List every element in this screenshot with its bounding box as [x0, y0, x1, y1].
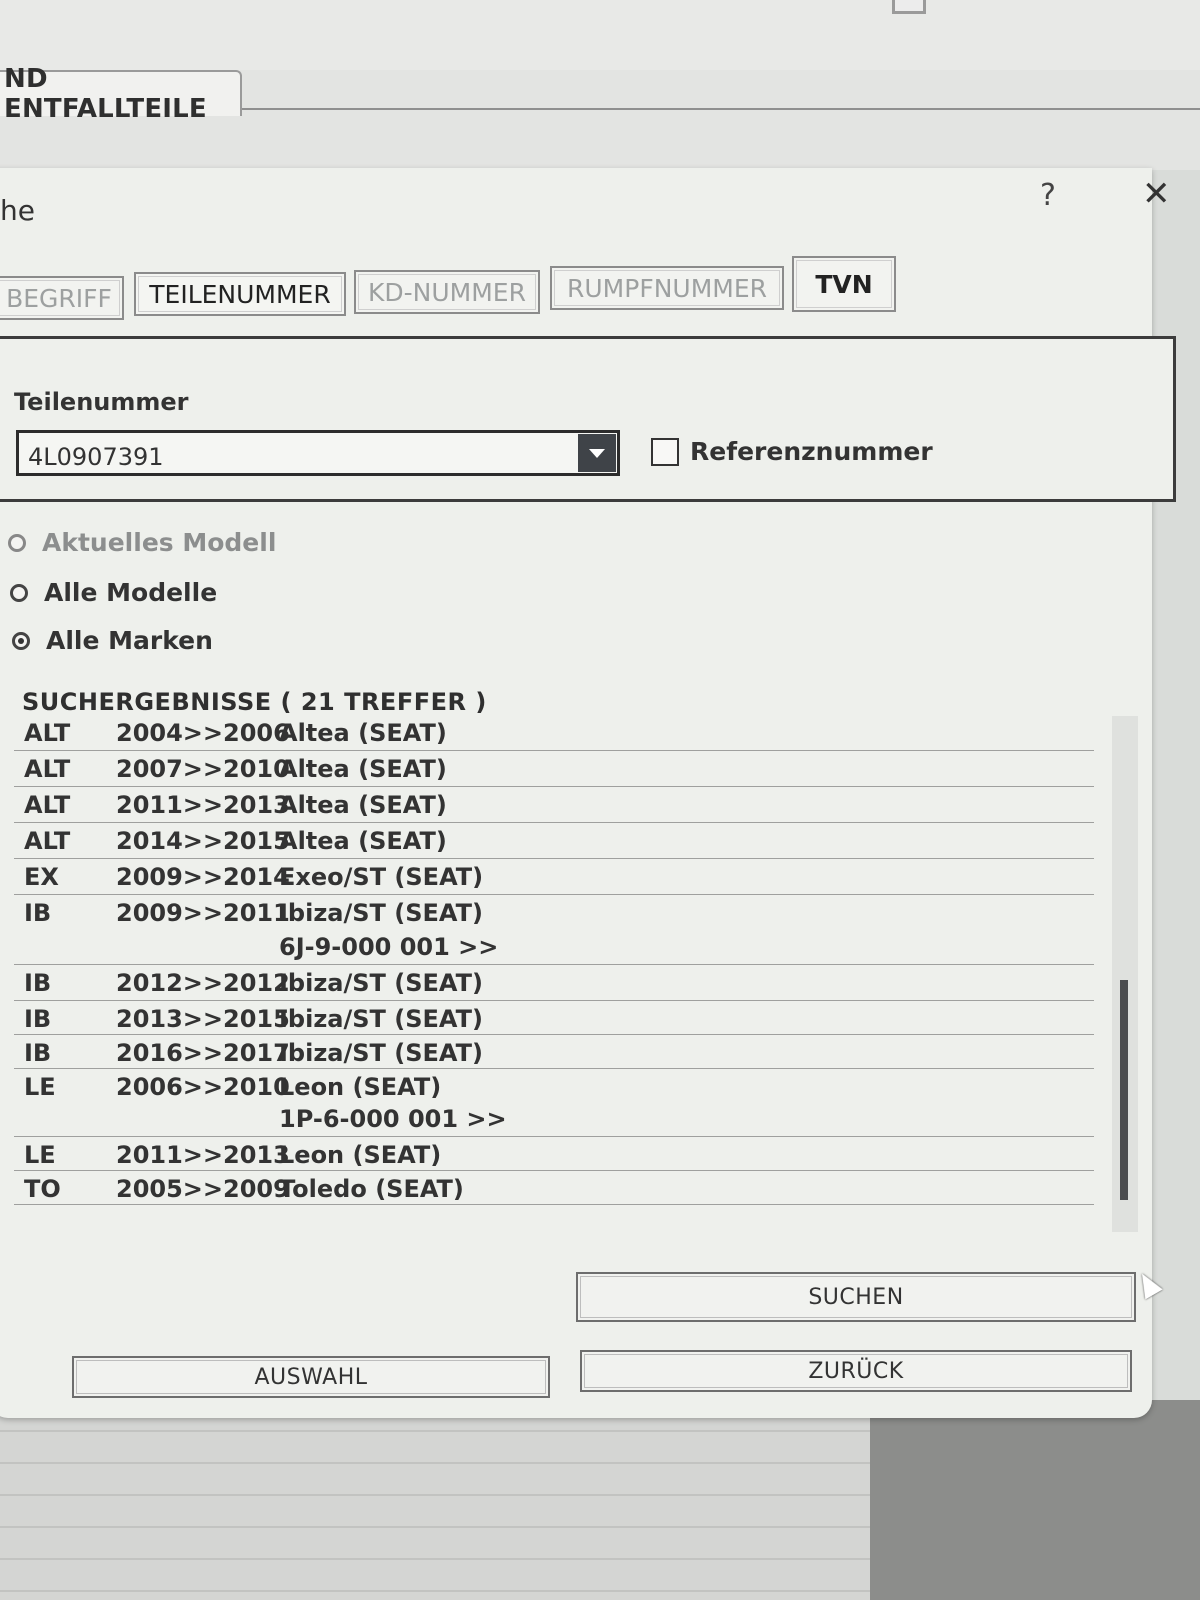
search-button[interactable]: SUCHEN — [576, 1272, 1136, 1322]
results-scrollbar-thumb[interactable] — [1120, 980, 1128, 1200]
row-code: ALT — [24, 827, 71, 855]
list-item[interactable]: ALT 2011>>2013 Altea (SEAT) — [14, 788, 1094, 823]
row-code: IB — [24, 1005, 52, 1033]
list-item[interactable]: IB 2009>>2011 Ibiza/ST (SEAT) 6J-9-000 0… — [14, 896, 1094, 965]
list-item[interactable]: EX 2009>>2014 Exeo/ST (SEAT) — [14, 860, 1094, 895]
background-dark-area — [870, 1400, 1200, 1600]
row-years: 2009>>2014 — [116, 863, 290, 891]
window-top-bar — [0, 0, 1200, 70]
dialog-title: he — [0, 194, 35, 227]
tab-begriff[interactable]: BEGRIFF — [0, 276, 124, 320]
search-panel — [0, 336, 1176, 502]
radio-label: Aktuelles Modell — [42, 528, 277, 557]
row-model: Ibiza/ST (SEAT) — [279, 1005, 483, 1033]
list-item[interactable]: TO 2005>>2009 Toledo (SEAT) — [14, 1172, 1094, 1205]
results-heading: SUCHERGEBNISSE ( 21 TREFFER ) — [22, 688, 487, 716]
list-item[interactable]: ALT 2014>>2015 Altea (SEAT) — [14, 824, 1094, 859]
row-note: 1P-6-000 001 >> — [279, 1105, 507, 1133]
row-code: ALT — [24, 755, 71, 783]
row-years: 2009>>2011 — [116, 899, 290, 927]
list-item[interactable]: ALT 2007>>2010 Altea (SEAT) — [14, 752, 1094, 787]
row-years: 2006>>2010 — [116, 1073, 290, 1101]
row-years: 2004>>2006 — [116, 719, 290, 747]
back-button[interactable]: ZURÜCK — [580, 1350, 1132, 1392]
row-years: 2011>>2013 — [116, 791, 290, 819]
close-icon[interactable]: ✕ — [1142, 174, 1171, 214]
list-item[interactable]: LE 2011>>2013 Leon (SEAT) — [14, 1138, 1094, 1171]
row-model: Altea (SEAT) — [279, 719, 447, 747]
radio-aktuelles-modell[interactable]: Aktuelles Modell — [8, 528, 276, 557]
tab-teilenummer[interactable]: TEILENUMMER — [134, 272, 346, 316]
part-number-value[interactable]: 4L0907391 — [28, 443, 164, 471]
radio-alle-marken[interactable]: Alle Marken — [12, 626, 213, 655]
list-item[interactable]: IB 2013>>2015 Ibiza/ST (SEAT) — [14, 1002, 1094, 1035]
row-model: Altea (SEAT) — [279, 827, 447, 855]
row-code: ALT — [24, 791, 71, 819]
window-control-button[interactable] — [892, 0, 926, 14]
row-code: ALT — [24, 719, 71, 747]
row-years: 2005>>2009 — [116, 1175, 290, 1203]
row-years: 2013>>2015 — [116, 1005, 290, 1033]
row-code: IB — [24, 899, 52, 927]
row-model: Leon (SEAT) — [279, 1073, 442, 1101]
part-number-label: Teilenummer — [14, 388, 189, 416]
row-model: Leon (SEAT) — [279, 1141, 442, 1169]
radio-label: Alle Modelle — [44, 578, 218, 607]
tab-kd-nummer[interactable]: KD-NUMMER — [354, 270, 540, 314]
tab-rumpfnummer[interactable]: RUMPFNUMMER — [550, 266, 784, 310]
row-model: Ibiza/ST (SEAT) — [279, 899, 483, 927]
row-model: Ibiza/ST (SEAT) — [279, 1039, 483, 1067]
row-model: Altea (SEAT) — [279, 755, 447, 783]
radio-selected-icon — [12, 631, 30, 650]
tab-tvn[interactable]: TVN — [792, 256, 896, 312]
row-years: 2016>>2017 — [116, 1039, 290, 1067]
row-code: LE — [24, 1141, 56, 1169]
row-note: 6J-9-000 001 >> — [279, 933, 499, 961]
help-icon[interactable]: ? — [1040, 178, 1056, 213]
radio-label: Alle Marken — [46, 626, 213, 655]
radio-icon — [8, 533, 26, 552]
reference-number-checkbox[interactable] — [651, 438, 679, 466]
row-code: LE — [24, 1073, 56, 1101]
row-years: 2012>>2012 — [116, 969, 290, 997]
row-code: IB — [24, 1039, 52, 1067]
results-list: ALT 2004>>2006 Altea (SEAT) ALT 2007>>20… — [14, 716, 1134, 1216]
row-years: 2014>>2015 — [116, 827, 290, 855]
reference-number-label[interactable]: Referenznummer — [690, 437, 933, 466]
row-model: Exeo/ST (SEAT) — [279, 863, 484, 891]
row-years: 2007>>2010 — [116, 755, 290, 783]
select-button[interactable]: AUSWAHL — [72, 1356, 550, 1398]
row-years: 2011>>2013 — [116, 1141, 290, 1169]
row-code: IB — [24, 969, 52, 997]
list-item[interactable]: LE 2006>>2010 Leon (SEAT) 1P-6-000 001 >… — [14, 1070, 1094, 1137]
row-model: Toledo (SEAT) — [279, 1175, 464, 1203]
list-item[interactable]: ALT 2004>>2006 Altea (SEAT) — [14, 716, 1094, 751]
radio-alle-modelle[interactable]: Alle Modelle — [10, 578, 217, 607]
outer-tab-divider — [240, 108, 1200, 110]
row-model: Ibiza/ST (SEAT) — [279, 969, 483, 997]
list-item[interactable]: IB 2012>>2012 Ibiza/ST (SEAT) — [14, 966, 1094, 1001]
row-code: TO — [24, 1175, 61, 1203]
row-model: Altea (SEAT) — [279, 791, 447, 819]
row-code: EX — [24, 863, 59, 891]
list-item[interactable]: IB 2016>>2017 Ibiza/ST (SEAT) — [14, 1036, 1094, 1069]
radio-icon — [10, 583, 28, 602]
chevron-down-icon[interactable] — [578, 434, 616, 472]
outer-tab-entfallteile[interactable]: ND ENTFALLTEILE — [0, 64, 242, 124]
